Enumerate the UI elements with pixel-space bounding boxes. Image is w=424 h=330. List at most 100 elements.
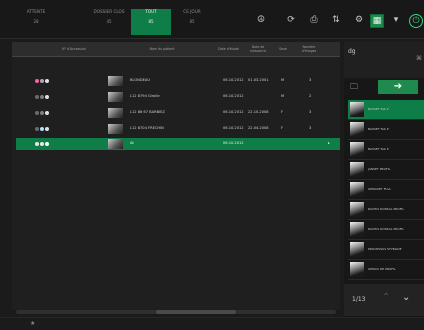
birth-date: 22.10.2008	[248, 110, 269, 114]
study-date: 06.10.2012	[223, 94, 244, 98]
tab-tout[interactable]: TOUT 85	[131, 9, 171, 35]
patient-icon[interactable]: ⚙	[353, 14, 365, 26]
status-dot	[40, 79, 44, 83]
table-row[interactable]: L12 86 67 BARBIEZ 06.10.2012 22.10.2008 …	[16, 107, 340, 119]
status-dot	[35, 142, 39, 146]
series-panel: dg ⌘ 🗀 ➔ BASSET Fab P BASSET Fab P BASSE…	[344, 42, 424, 317]
series-item[interactable]: GENOU DE PROFIL	[348, 260, 424, 280]
series-item[interactable]: JANSET PROFIL	[348, 160, 424, 180]
patient-name: L12 8704 FRECHIN	[130, 126, 164, 130]
page-indicator: 1/13	[352, 296, 366, 303]
series-pager: 1/13 ⌃ ⌄	[344, 284, 424, 316]
series-thumbnail	[350, 182, 364, 197]
tab-label: ATTENTE	[26, 9, 46, 14]
image-count: 3	[309, 110, 312, 114]
worklist-panel: N° d'Accession Nom du patient Date d'étu…	[12, 42, 340, 310]
series-thumbnail	[350, 102, 364, 117]
status-dot	[35, 95, 39, 99]
power-icon[interactable]: ⏻	[409, 14, 423, 28]
status-dot	[35, 111, 39, 115]
chevron-up-icon[interactable]: ⌃	[382, 292, 390, 303]
col-accession[interactable]: N° d'Accession	[54, 42, 94, 56]
series-item[interactable]: BASSET Fab P	[348, 140, 424, 160]
series-label: GENOU DE PROFIL	[368, 267, 396, 271]
status-dot	[45, 79, 49, 83]
series-item[interactable]: GENOUET FtoA	[348, 180, 424, 200]
status-dot	[40, 111, 44, 115]
series-thumbnail	[350, 122, 364, 137]
series-label: JANSET PROFIL	[368, 167, 391, 171]
add-user-icon[interactable]: ☮	[255, 14, 267, 26]
status-dots	[35, 127, 50, 132]
series-thumbnail	[350, 262, 364, 277]
dropdown-icon[interactable]: ▾	[390, 14, 402, 26]
tab-label: DOSSIER CLOS	[93, 9, 125, 14]
birth-date: 22.04.2008	[248, 126, 269, 130]
green-panel-icon[interactable]: ▦	[370, 14, 384, 28]
table-row[interactable]: BLONDEAU 06.10.2012 01.03.2001 M 3	[16, 75, 340, 87]
col-patient-name[interactable]: Nom du patient	[124, 42, 200, 56]
series-item[interactable]: RACHIS DORSAL PROFIL	[348, 220, 424, 240]
refresh-icon[interactable]: ⟳	[285, 14, 297, 26]
tab-dossier-clos[interactable]: DOSSIER CLOS 45	[88, 9, 130, 35]
tab-label: TOUT	[145, 9, 157, 14]
horizontal-scrollbar[interactable]	[16, 310, 336, 314]
arrow-right-icon: ➔	[393, 81, 403, 92]
series-item[interactable]: PROCESSUS STYBLIDE	[348, 240, 424, 260]
status-dot	[45, 142, 49, 146]
chevron-down-icon[interactable]: ⌄	[402, 292, 410, 303]
table-row[interactable]: L12 8704 FRECHIN 06.10.2012 22.04.2008 F…	[16, 123, 340, 135]
series-thumbnail	[350, 222, 364, 237]
col-birth-date[interactable]: Date de naissance	[244, 42, 272, 56]
print-icon[interactable]: ⎙	[308, 14, 320, 26]
tab-ce-jour[interactable]: CE JOUR 85	[172, 9, 212, 35]
folder-icon[interactable]: 🗀	[350, 82, 364, 92]
patient-name: BLONDEAU	[130, 78, 150, 82]
study-date: 06.10.2012	[223, 141, 244, 145]
study-date: 06.10.2012	[223, 126, 244, 130]
thumbnail	[108, 139, 123, 149]
image-count: 3	[309, 126, 312, 130]
image-count: 3	[309, 78, 312, 82]
row-expand-icon[interactable]: ▸	[328, 141, 330, 145]
sex: F	[281, 126, 284, 130]
thumbnail	[108, 76, 123, 86]
sex: M	[281, 94, 285, 98]
status-dot	[40, 142, 44, 146]
series-label: BASSET Fab P	[368, 127, 389, 131]
patient-name: L12 8794 Girolle	[130, 94, 160, 98]
open-series-button[interactable]: ➔	[378, 80, 418, 94]
series-item[interactable]: RACHIS DORSAL PROFIL	[348, 200, 424, 220]
status-dot	[45, 127, 49, 131]
series-label: RACHIS DORSAL PROFIL	[368, 227, 404, 231]
scrollbar-thumb[interactable]	[156, 310, 236, 314]
status-dots	[35, 111, 50, 116]
tab-count: 85	[148, 19, 154, 24]
study-date: 06.10.2012	[223, 78, 244, 82]
patient-name: L12 86 67 BARBIEZ	[130, 110, 165, 114]
series-label: PROCESSUS STYBLIDE	[368, 247, 402, 251]
series-item[interactable]: BASSET Fab P	[348, 100, 424, 120]
usb-icon[interactable]: ⇅	[330, 14, 342, 26]
status-bar: ★	[0, 317, 424, 330]
series-thumbnail	[350, 162, 364, 177]
top-bar: ATTENTE 28 DOSSIER CLOS 45 TOUT 85 CE JO…	[0, 0, 424, 39]
col-sex[interactable]: Sexe	[276, 42, 290, 56]
col-image-count[interactable]: Nombre d'images	[298, 42, 320, 56]
status-dots	[35, 95, 50, 100]
table-row[interactable]: L12 8794 Girolle 06.10.2012 M 2	[16, 91, 340, 103]
table-header: N° d'Accession Nom du patient Date d'étu…	[12, 42, 340, 57]
col-study-date[interactable]: Date d'étude	[216, 42, 241, 56]
status-dot	[45, 95, 49, 99]
thumbnail	[108, 92, 123, 102]
status-dot	[40, 127, 44, 131]
table-row-selected[interactable]: At 06.10.2012 ▸	[16, 138, 340, 150]
sex: F	[281, 110, 284, 114]
series-thumbnail	[350, 202, 364, 217]
patient-name: At	[130, 141, 134, 145]
series-label: RACHIS DORSAL PROFIL	[368, 207, 404, 211]
tab-attente[interactable]: ATTENTE 28	[10, 9, 62, 35]
birth-date: 01.03.2001	[248, 78, 269, 82]
series-item[interactable]: BASSET Fab P	[348, 120, 424, 140]
sex: M	[281, 78, 285, 82]
